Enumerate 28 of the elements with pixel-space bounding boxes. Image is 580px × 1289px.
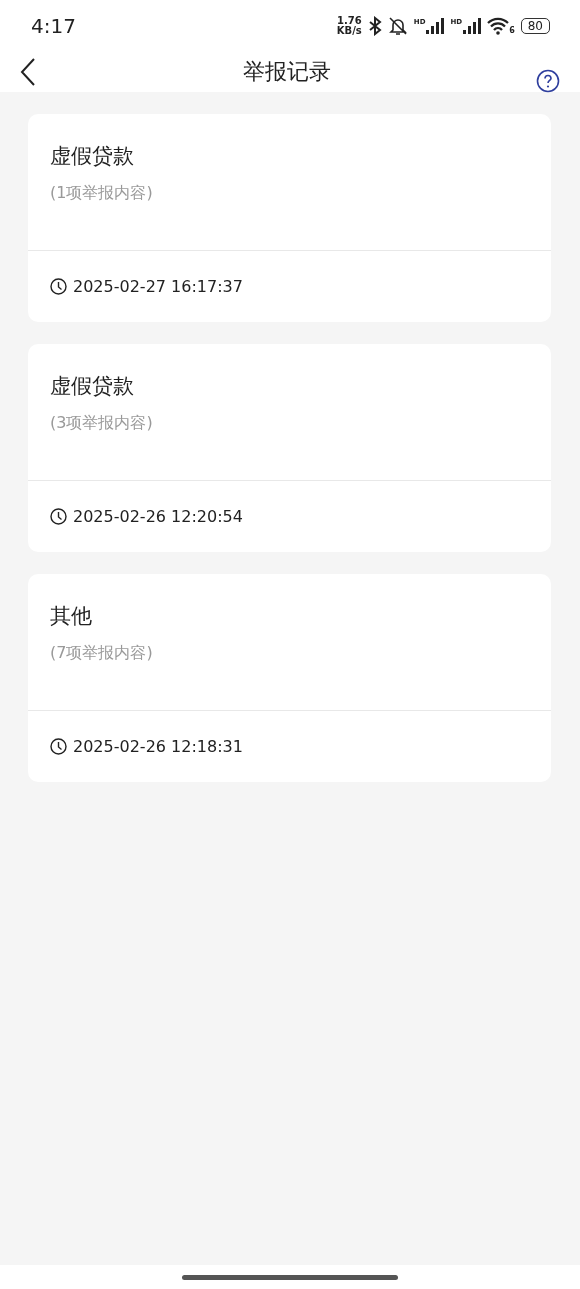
wifi-label: 6	[509, 26, 515, 35]
record-time: 2025-02-26 12:18:31	[73, 737, 243, 756]
record-count: (3项举报内容)	[50, 413, 154, 434]
record-count: (7项举报内容)	[50, 643, 154, 664]
page-title: 举报记录	[243, 58, 331, 86]
bluetooth-icon	[367, 16, 382, 36]
wifi-icon	[487, 17, 510, 35]
clock-icon	[50, 508, 67, 525]
signal-icon	[463, 18, 482, 34]
record-title: 虚假贷款	[50, 373, 135, 400]
record-time: 2025-02-27 16:17:37	[73, 277, 243, 296]
bell-muted-icon	[387, 16, 408, 36]
signal-icon	[426, 18, 445, 34]
record-title: 其他	[50, 603, 93, 630]
record-title: 虚假贷款	[50, 143, 135, 170]
record-card[interactable]: 虚假贷款 (1项举报内容) 2025-02-27 16:17:37	[28, 114, 551, 322]
record-card[interactable]: 其他 (7项举报内容) 2025-02-26 12:18:31	[28, 574, 551, 782]
clock-time: 4:17	[31, 14, 77, 38]
network-speed: 1.76 KB/s	[336, 16, 362, 36]
help-icon[interactable]	[536, 69, 560, 93]
record-count: (1项举报内容)	[50, 183, 154, 204]
clock-icon	[50, 278, 67, 295]
battery-level: 80	[520, 18, 550, 34]
back-icon[interactable]	[18, 57, 38, 87]
home-indicator[interactable]	[182, 1274, 398, 1280]
record-card[interactable]: 虚假贷款 (3项举报内容) 2025-02-26 12:20:54	[28, 344, 551, 552]
clock-icon	[50, 738, 67, 755]
record-time: 2025-02-26 12:20:54	[73, 507, 243, 526]
